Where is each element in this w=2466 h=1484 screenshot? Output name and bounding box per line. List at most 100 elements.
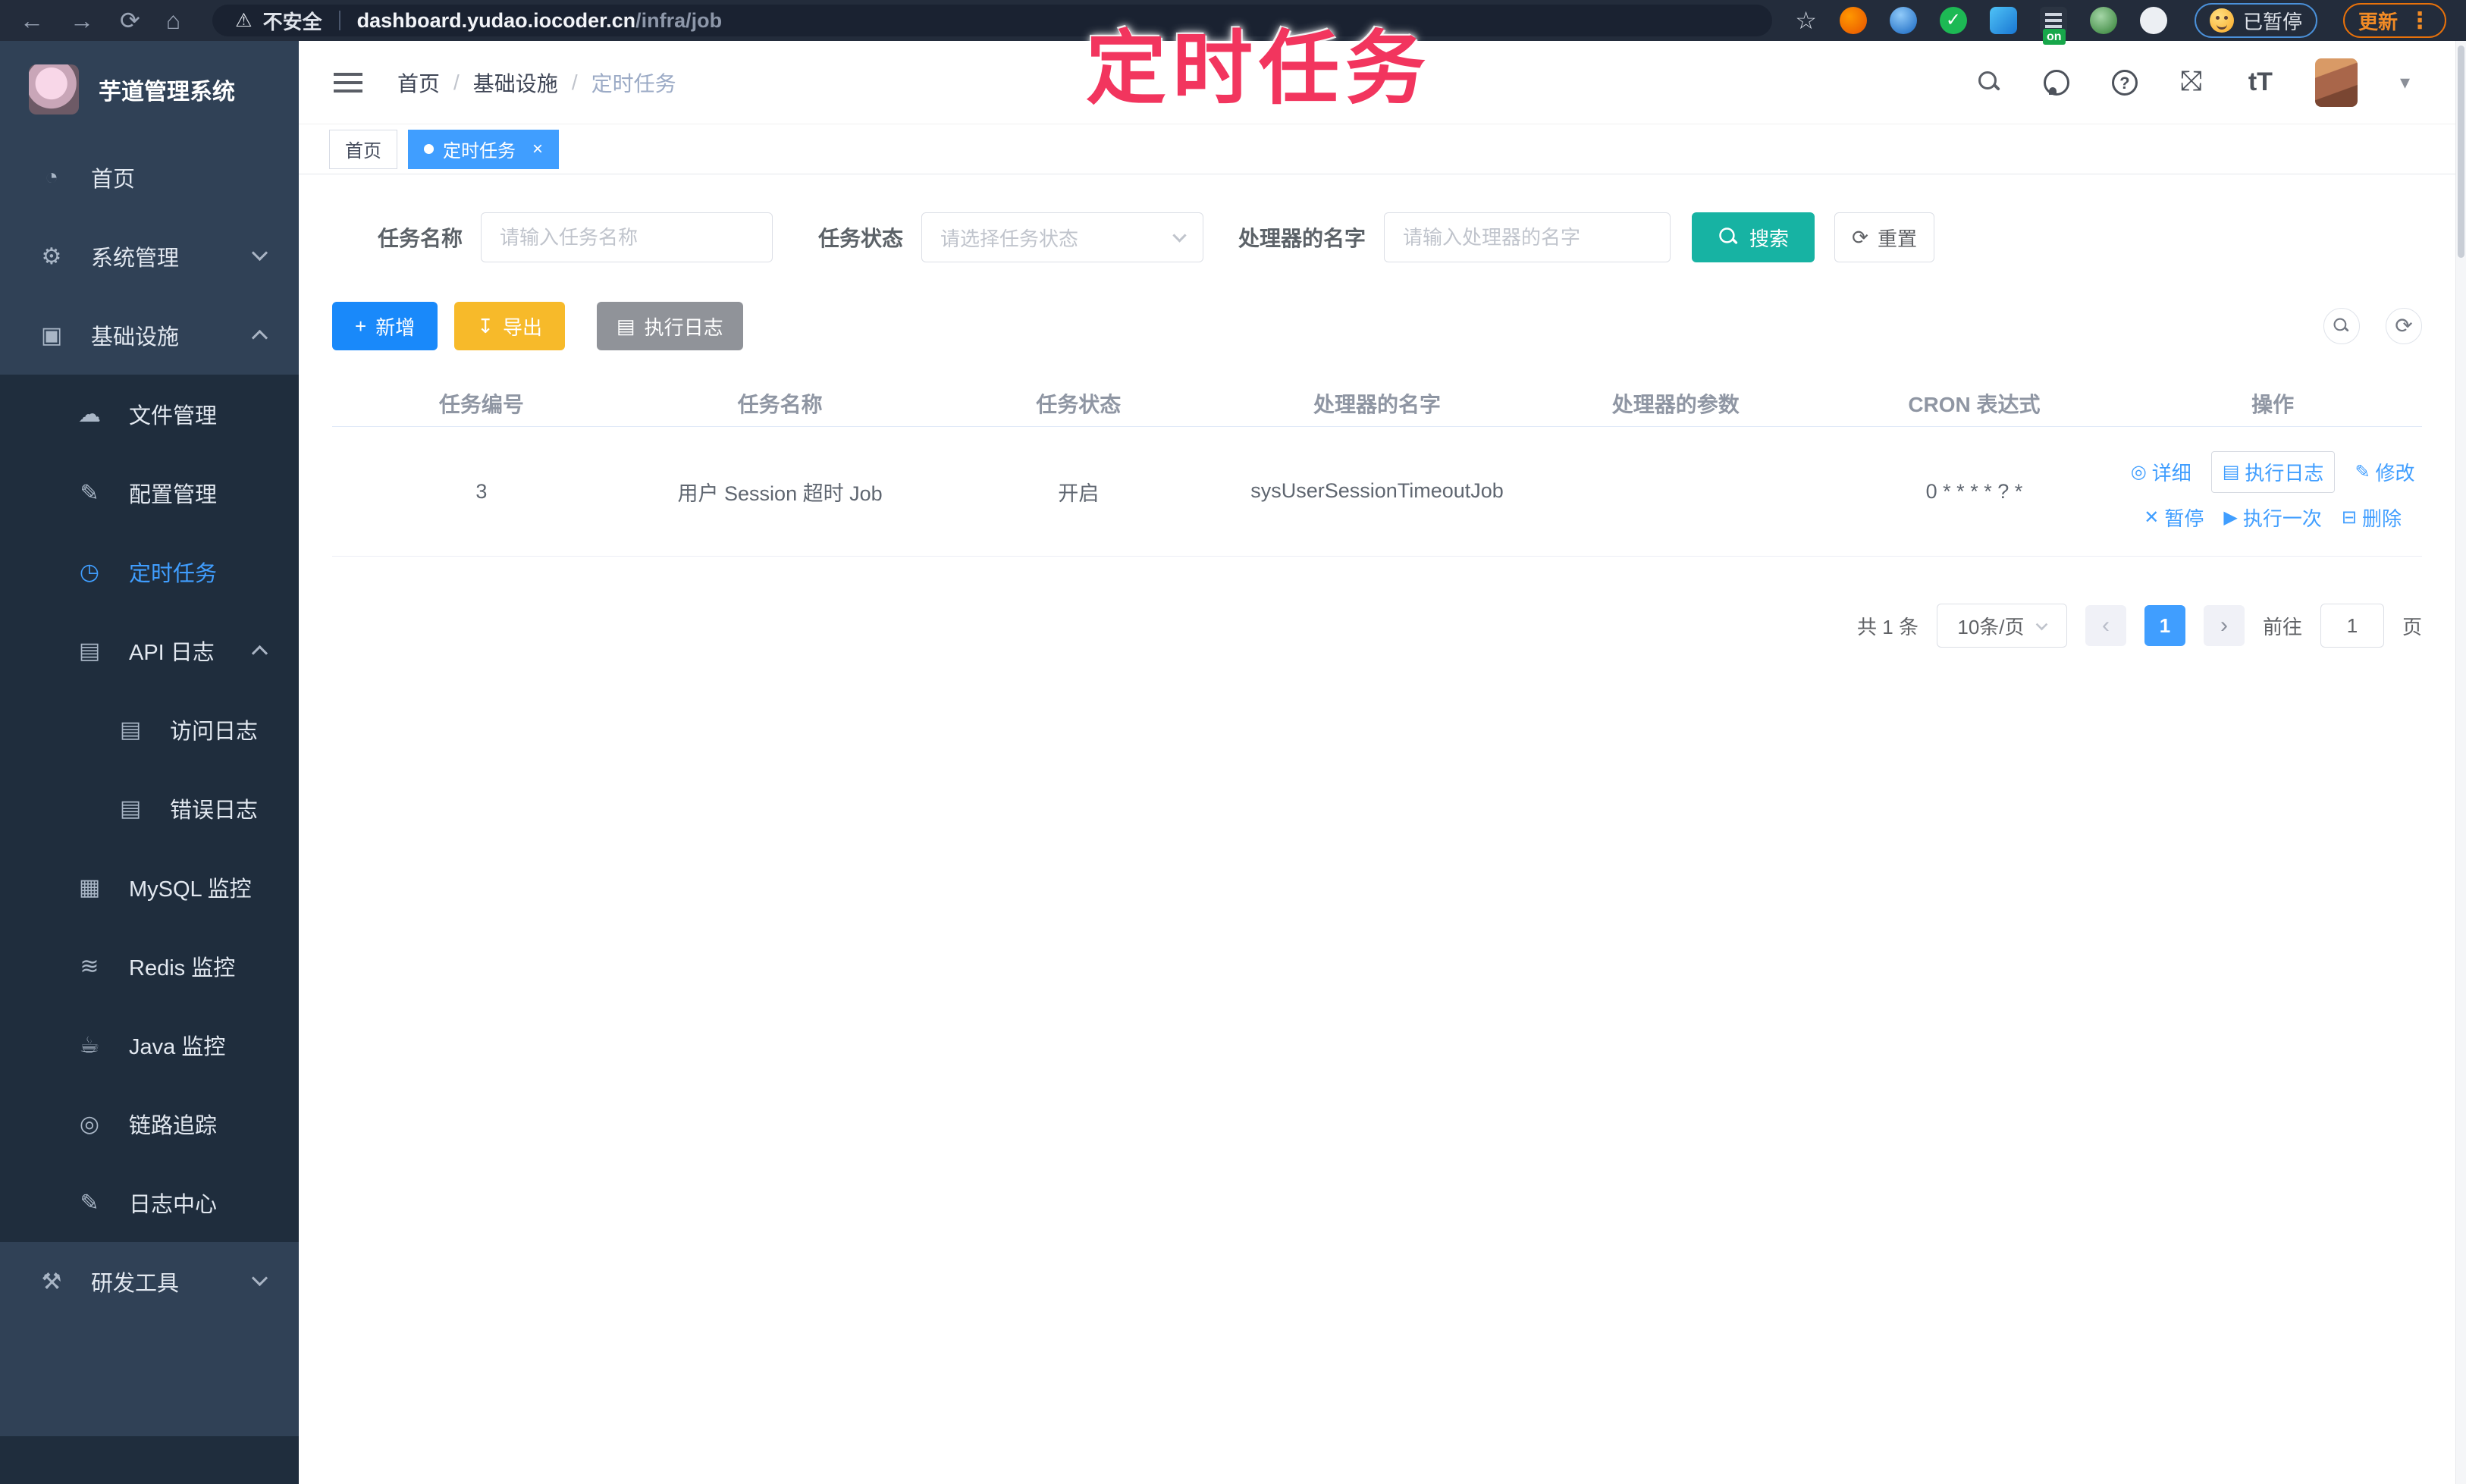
sidebar-item-error-logs[interactable]: ▤ 错误日志 bbox=[0, 769, 299, 848]
extension-icon-blue[interactable] bbox=[1889, 7, 1917, 34]
refresh-icon: ⟳ bbox=[2395, 314, 2413, 337]
cell-handler-name: sysUserSessionTimeoutJob bbox=[1228, 474, 1526, 509]
sidebar-item-scheduled-jobs[interactable]: ◷ 定时任务 bbox=[0, 532, 299, 611]
refresh-button[interactable]: ⟳ bbox=[2386, 308, 2422, 344]
browser-update-button[interactable]: 更新 ⋮ bbox=[2342, 3, 2446, 38]
search-button[interactable]: 搜索 bbox=[1692, 212, 1815, 262]
url-separator bbox=[338, 11, 340, 30]
detail-link-label: 详细 bbox=[2151, 462, 2191, 485]
scrollbar-thumb[interactable] bbox=[2458, 45, 2464, 258]
page-size-select[interactable]: 10条/页 bbox=[1936, 604, 2067, 648]
pagination-total: 共 1 条 bbox=[1857, 615, 1919, 638]
next-page-button[interactable]: › bbox=[2203, 605, 2245, 646]
log-icon: ▤ bbox=[78, 638, 101, 664]
sidebar-item-label: API 日志 bbox=[129, 641, 215, 665]
profile-paused-badge[interactable]: 已暂停 bbox=[2194, 3, 2317, 38]
breadcrumb-current: 定时任务 bbox=[591, 71, 676, 96]
delete-link-label: 删除 bbox=[2362, 507, 2402, 530]
list-icon: ▤ bbox=[2222, 462, 2240, 482]
back-icon[interactable]: ← bbox=[20, 8, 44, 33]
col-operations: 操作 bbox=[2251, 393, 2295, 416]
sidebar-item-home[interactable]: ◔ 首页 bbox=[0, 138, 299, 217]
sidebar-item-label: 错误日志 bbox=[170, 798, 259, 823]
execution-log-button-label: 执行日志 bbox=[644, 315, 723, 339]
pause-link[interactable]: ✕ 暂停 bbox=[2144, 504, 2204, 532]
browser-scrollbar[interactable] bbox=[2455, 41, 2466, 1484]
handler-name-input[interactable] bbox=[1384, 212, 1671, 262]
tab-home[interactable]: 首页 bbox=[329, 129, 397, 169]
pause-icon: ✕ bbox=[2144, 507, 2160, 528]
sidebar-item-redis-monitor[interactable]: ≋ Redis 监控 bbox=[0, 927, 299, 1006]
sidebar-item-api-logs[interactable]: ▤ API 日志 bbox=[0, 611, 299, 690]
run-once-link[interactable]: ▶ 执行一次 bbox=[2223, 504, 2321, 532]
detail-link[interactable]: ◎ 详细 bbox=[2131, 458, 2191, 486]
tab-scheduled-jobs[interactable]: 定时任务 × bbox=[408, 129, 560, 169]
toggle-search-button[interactable] bbox=[2323, 308, 2360, 344]
play-icon: ▶ bbox=[2223, 507, 2238, 528]
goto-page-input[interactable] bbox=[2320, 604, 2384, 648]
extension-icon-leaf[interactable] bbox=[2089, 7, 2117, 34]
sidebar-collapse-icon[interactable] bbox=[334, 71, 362, 94]
help-icon[interactable] bbox=[2111, 69, 2138, 96]
search-icon[interactable] bbox=[1978, 71, 2001, 94]
fullscreen-icon[interactable] bbox=[2180, 67, 2206, 96]
tags-view-bar: 首页 定时任务 × bbox=[299, 124, 2455, 174]
sidebar-item-label: 日志中心 bbox=[129, 1193, 218, 1217]
extension-icon-cube[interactable] bbox=[1989, 7, 2017, 34]
list-icon: ▤ bbox=[616, 314, 635, 337]
execution-log-button[interactable]: ▤ 执行日志 bbox=[597, 302, 743, 350]
prev-page-button[interactable]: ‹ bbox=[2085, 605, 2126, 646]
sidebar-item-access-logs[interactable]: ▤ 访问日志 bbox=[0, 690, 299, 769]
add-button[interactable]: + 新增 bbox=[332, 302, 438, 350]
sidebar-item-file-management[interactable]: ☁ 文件管理 bbox=[0, 375, 299, 453]
forward-icon[interactable]: → bbox=[70, 8, 94, 33]
user-avatar[interactable] bbox=[2314, 58, 2358, 107]
table-tool-icons: ⟳ bbox=[2323, 308, 2422, 344]
chevron-up-icon bbox=[251, 329, 268, 347]
breadcrumb-home[interactable]: 首页 bbox=[397, 67, 440, 98]
sidebar-item-infrastructure[interactable]: ▣ 基础设施 bbox=[0, 296, 299, 375]
address-bar[interactable]: ⚠ 不安全 dashboard.yudao.iocoder.cn /infra/… bbox=[212, 5, 1773, 36]
sidebar-item-java-monitor[interactable]: ☕ Java 监控 bbox=[0, 1006, 299, 1084]
edit-link[interactable]: ✎ 修改 bbox=[2355, 458, 2414, 486]
extension-icon-orange[interactable] bbox=[1839, 7, 1867, 34]
row-execution-log-link[interactable]: ▤ 执行日志 bbox=[2210, 451, 2336, 493]
export-button[interactable]: ↧ 导出 bbox=[454, 302, 566, 350]
caret-down-icon[interactable]: ▾ bbox=[2400, 71, 2410, 94]
home-icon[interactable]: ⌂ bbox=[166, 8, 180, 33]
breadcrumb-infrastructure[interactable]: 基础设施 bbox=[473, 67, 558, 98]
sidebar-submenu-strip bbox=[0, 1436, 299, 1484]
sidebar-item-config-management[interactable]: ✎ 配置管理 bbox=[0, 453, 299, 532]
url-host[interactable]: dashboard.yudao.iocoder.cn bbox=[357, 9, 636, 33]
security-label[interactable]: 不安全 bbox=[263, 7, 322, 35]
sidebar-item-system-management[interactable]: ⚙ 系统管理 bbox=[0, 217, 299, 296]
job-name-input[interactable] bbox=[481, 212, 773, 262]
job-status-placeholder: 请选择任务状态 bbox=[940, 227, 1079, 250]
current-page-button[interactable]: 1 bbox=[2144, 605, 2185, 646]
col-job-id: 任务编号 bbox=[438, 393, 524, 416]
app-title: 芋道管理系统 bbox=[99, 80, 235, 105]
add-button-label: 新增 bbox=[375, 315, 416, 339]
font-size-icon[interactable]: tT bbox=[2248, 67, 2273, 97]
github-icon[interactable] bbox=[2043, 69, 2069, 96]
sidebar-item-mysql-monitor[interactable]: ▦ MySQL 监控 bbox=[0, 848, 299, 927]
sidebar-item-label: Redis 监控 bbox=[129, 956, 236, 980]
reset-button[interactable]: ⟳ 重置 bbox=[1834, 212, 1935, 262]
sidebar: 芋道管理系统 ◔ 首页 ⚙ 系统管理 ▣ 基础设施 ☁ 文件管理 ✎ 配置管理 … bbox=[0, 41, 299, 1484]
sidebar-item-dev-tools[interactable]: ⚒ 研发工具 bbox=[0, 1242, 299, 1321]
extension-icon-green-check[interactable]: ✓ bbox=[1939, 7, 1967, 34]
kebab-menu-icon[interactable]: ⋮ bbox=[2408, 8, 2431, 34]
job-status-select[interactable]: 请选择任务状态 bbox=[921, 212, 1204, 262]
bookmark-star-icon[interactable]: ☆ bbox=[1795, 6, 1817, 35]
close-icon[interactable]: × bbox=[532, 139, 543, 160]
breadcrumb-separator: / bbox=[453, 70, 460, 94]
extension-icon-ghost[interactable] bbox=[2139, 7, 2167, 34]
sidebar-item-log-center[interactable]: ✎ 日志中心 bbox=[0, 1163, 299, 1242]
header-actions: tT ▾ bbox=[1978, 58, 2455, 107]
col-job-status: 任务状态 bbox=[1036, 393, 1122, 416]
delete-link[interactable]: ⊟ 删除 bbox=[2342, 504, 2402, 532]
reload-icon[interactable]: ⟳ bbox=[120, 8, 140, 33]
goto-label: 前往 bbox=[2262, 615, 2302, 638]
extension-icon-switch[interactable]: on bbox=[2039, 7, 2067, 45]
sidebar-item-trace[interactable]: ◎ 链路追踪 bbox=[0, 1084, 299, 1163]
